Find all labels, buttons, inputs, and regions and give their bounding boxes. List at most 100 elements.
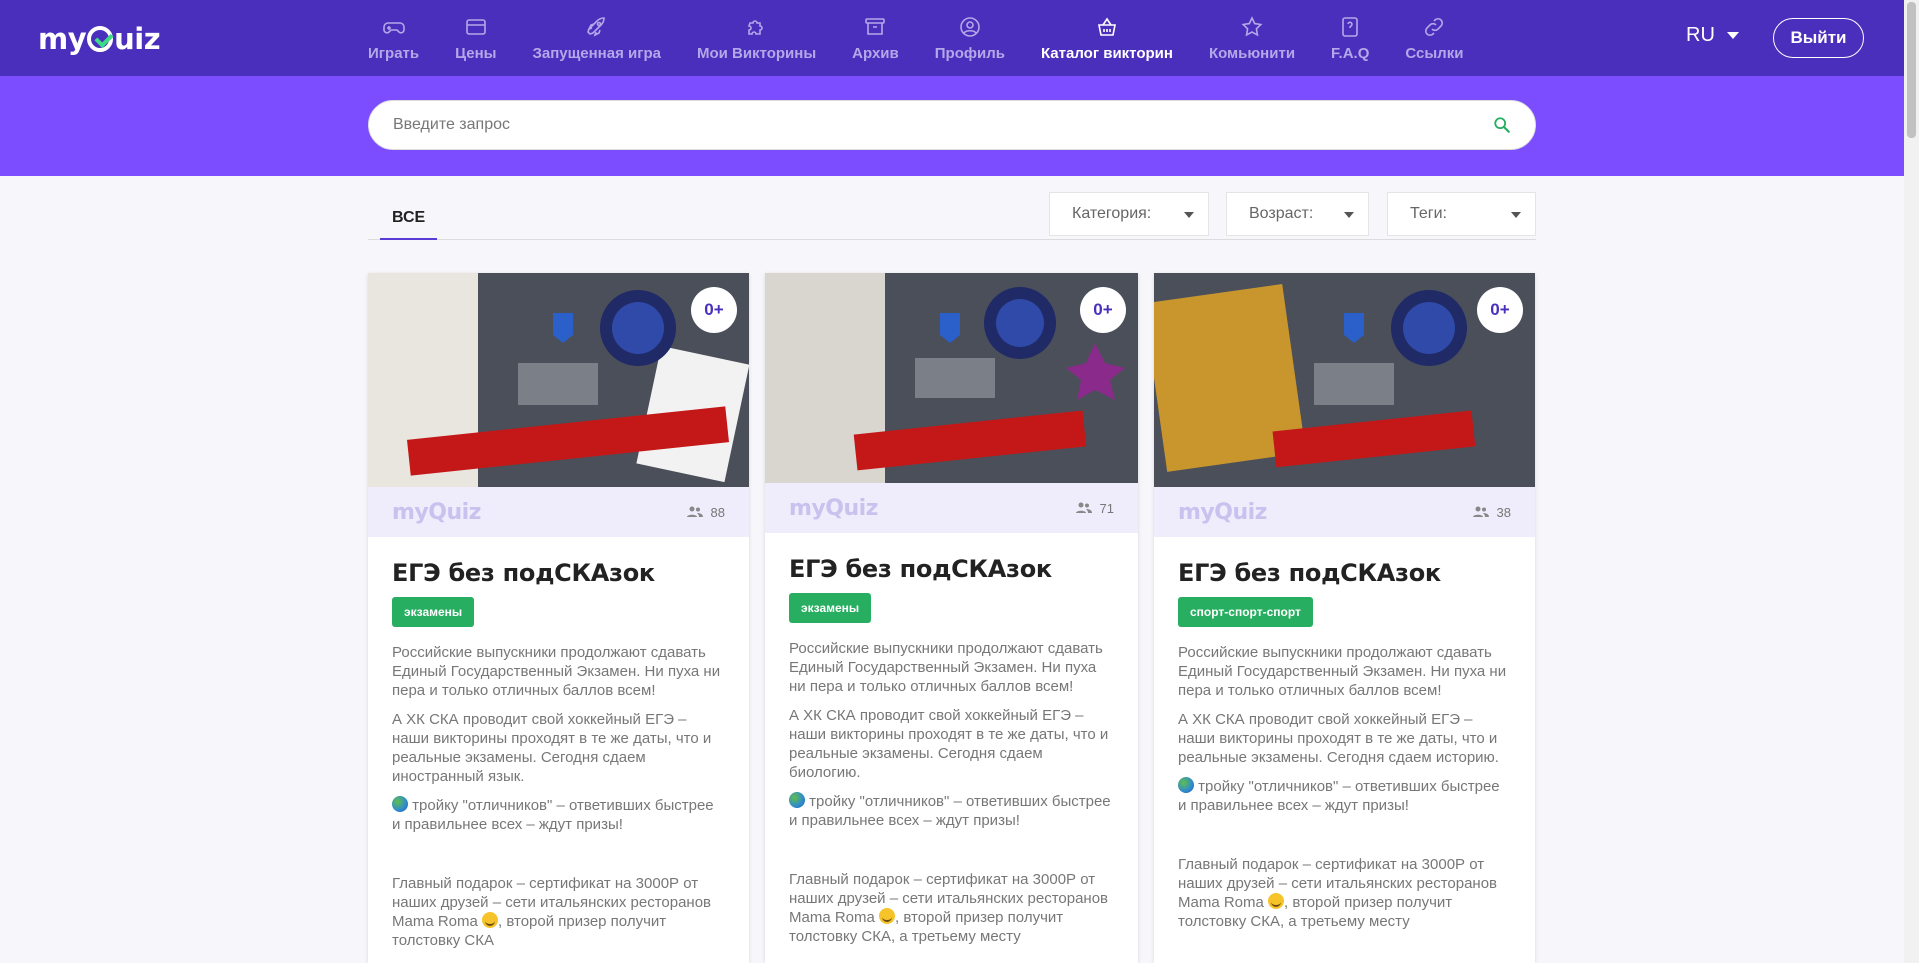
age-rating-badge: 0+ <box>1477 287 1523 333</box>
desc-paragraph: тройку "отличников" – ответивших быстрее… <box>392 796 725 834</box>
desc-text: тройку "отличников" – ответивших быстрее… <box>1178 778 1500 814</box>
gamepad-icon <box>382 15 406 39</box>
mayquiz-logo[interactable]: my uiz <box>38 22 161 56</box>
rocket-icon <box>585 15 609 39</box>
quiz-card[interactable]: 0+ myQuiz 38 ЕГЭ без подСКАзок спорт-спо… <box>1154 273 1535 963</box>
logout-button[interactable]: Выйти <box>1773 18 1864 58</box>
page-scrollbar[interactable] <box>1904 0 1919 963</box>
language-label: RU <box>1686 24 1715 46</box>
nav-label: Профиль <box>934 44 1005 62</box>
users-icon <box>1472 506 1489 517</box>
age-rating-badge: 0+ <box>1080 287 1126 333</box>
nav-item-community[interactable]: Комьюнити <box>1191 0 1313 76</box>
age-dropdown[interactable]: Возраст: <box>1226 192 1369 236</box>
nav-label: Комьюнити <box>1208 44 1296 62</box>
card-meta-strip: myQuiz 71 <box>765 483 1138 533</box>
basket-icon <box>1095 15 1119 39</box>
desc-paragraph: тройку "отличников" – ответивших быстрее… <box>789 792 1114 830</box>
users-icon <box>686 506 703 517</box>
nav-label: Цены <box>455 44 497 62</box>
nav-item-prices[interactable]: Цены <box>437 0 514 76</box>
tags-label: Теги: <box>1410 205 1447 222</box>
nav-label: Каталог викторин <box>1040 44 1173 62</box>
nav-item-my-quizzes[interactable]: Мои Викторины <box>679 0 834 76</box>
nav-label: Играть <box>368 44 420 62</box>
desc-paragraph: тройку "отличников" – ответивших быстрее… <box>1178 777 1511 815</box>
archive-icon <box>863 15 887 39</box>
players-value: 88 <box>710 504 725 520</box>
users-icon <box>1075 502 1092 513</box>
tab-all[interactable]: ВСЕ <box>380 198 438 240</box>
search-input[interactable] <box>393 116 1493 134</box>
category-tag[interactable]: экзамены <box>789 593 872 623</box>
top-navbar: my uiz Играть Цены Запущенная игра Мои Ви… <box>0 0 1904 76</box>
chevron-down-icon <box>1344 212 1354 218</box>
nav-item-profile[interactable]: Профиль <box>917 0 1023 76</box>
tags-dropdown[interactable]: Теги: <box>1387 192 1536 236</box>
desc-paragraph: А ХК СКА проводит свой хоккейный ЕГЭ – н… <box>1178 711 1499 766</box>
quiz-card[interactable]: 0+ myQuiz 88 ЕГЭ без подСКАзок экзамены … <box>368 273 749 963</box>
nav-item-links[interactable]: Ссылки <box>1387 0 1481 76</box>
smile-emoji-icon <box>1268 893 1285 909</box>
card-description: Российские выпускники продолжают сдавать… <box>1178 643 1511 931</box>
players-count: 71 <box>1075 500 1114 516</box>
user-circle-icon <box>958 15 982 39</box>
language-selector[interactable]: RU <box>1686 24 1739 47</box>
globe-icon <box>1178 777 1194 793</box>
desc-paragraph: Российские выпускники продолжают сдавать… <box>392 644 721 699</box>
question-icon <box>1338 15 1362 39</box>
logo-text-post: uiz <box>114 22 161 56</box>
category-label: Категория: <box>1072 205 1152 222</box>
desc-paragraph: А ХК СКА проводит свой хоккейный ЕГЭ – н… <box>789 707 1109 781</box>
nav-label: Ссылки <box>1405 44 1464 62</box>
category-dropdown[interactable]: Категория: <box>1049 192 1209 236</box>
link-icon <box>1422 15 1446 39</box>
card-description: Российские выпускники продолжают сдавать… <box>789 639 1114 946</box>
search-bar <box>368 100 1536 150</box>
card-body: ЕГЭ без подСКАзок спорт-спорт-спорт Росс… <box>1154 537 1535 931</box>
nav-item-archive[interactable]: Архив <box>834 0 917 76</box>
card-title[interactable]: ЕГЭ без подСКАзок <box>392 559 725 587</box>
nav-item-play[interactable]: Играть <box>350 0 437 76</box>
card-body: ЕГЭ без подСКАзок экзамены Российские вы… <box>765 533 1138 946</box>
nav-label: Запущенная игра <box>532 44 661 62</box>
card-brand-logo: myQuiz <box>789 495 878 521</box>
category-tag[interactable]: экзамены <box>392 597 475 627</box>
players-value: 38 <box>1496 504 1511 520</box>
desc-paragraph: Российские выпускники продолжают сдавать… <box>789 640 1103 695</box>
category-tag[interactable]: спорт-спорт-спорт <box>1178 597 1313 627</box>
nav-item-quiz-catalog[interactable]: Каталог викторин <box>1023 0 1191 76</box>
age-label: Возраст: <box>1249 205 1314 222</box>
desc-paragraph: Российские выпускники продолжают сдавать… <box>1178 644 1507 699</box>
quiz-card[interactable]: 0+ myQuiz 71 ЕГЭ без подСКАзок экзамены … <box>765 273 1138 963</box>
globe-icon <box>789 792 805 808</box>
desc-paragraph: Главный подарок – сертификат на 3000Р от… <box>1178 855 1511 931</box>
card-brand-logo: myQuiz <box>1178 499 1267 525</box>
nav-item-running-game[interactable]: Запущенная игра <box>514 0 679 76</box>
main-nav: Играть Цены Запущенная игра Мои Викторин… <box>350 0 1481 76</box>
globe-icon <box>392 796 408 812</box>
card-title[interactable]: ЕГЭ без подСКАзок <box>789 555 1114 583</box>
players-value: 71 <box>1099 500 1114 516</box>
quiz-cover-image[interactable]: 0+ <box>368 273 749 487</box>
search-icon[interactable] <box>1493 116 1511 134</box>
quiz-cover-image[interactable]: 0+ <box>765 273 1138 483</box>
quiz-cover-image[interactable]: 0+ <box>1154 273 1535 487</box>
card-brand-logo: myQuiz <box>392 499 481 525</box>
chevron-down-icon <box>1511 212 1521 218</box>
logo-q-check-icon <box>87 26 114 52</box>
card-meta-strip: myQuiz 38 <box>1154 487 1535 537</box>
chevron-down-icon <box>1184 212 1194 218</box>
logo-text-pre: my <box>38 22 87 56</box>
desc-paragraph: А ХК СКА проводит свой хоккейный ЕГЭ – н… <box>392 711 712 785</box>
nav-label: Мои Викторины <box>696 44 817 62</box>
scrollbar-thumb[interactable] <box>1907 2 1916 138</box>
star-icon <box>1240 15 1264 39</box>
card-body: ЕГЭ без подСКАзок экзамены Российские вы… <box>368 537 749 950</box>
players-count: 88 <box>686 504 725 520</box>
card-title[interactable]: ЕГЭ без подСКАзок <box>1178 559 1511 587</box>
nav-item-faq[interactable]: F.A.Q <box>1313 0 1387 76</box>
chevron-down-icon <box>1726 32 1739 39</box>
players-count: 38 <box>1472 504 1511 520</box>
desc-text: тройку "отличников" – ответивших быстрее… <box>392 797 714 833</box>
